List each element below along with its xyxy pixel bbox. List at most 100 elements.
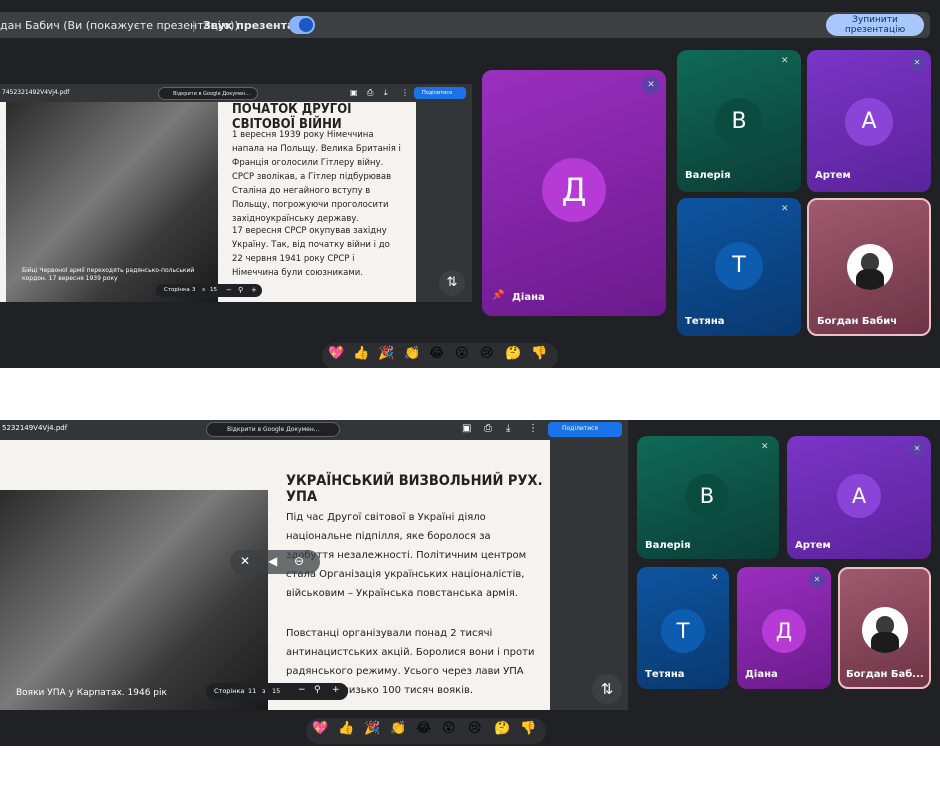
slide-caption: Бійці Червоної армії переходять радянськ… <box>22 267 195 282</box>
pdf-toolbar: 5232149V4Vj4.pdf Відкрити в Google Докум… <box>0 420 628 440</box>
reaction-laugh[interactable]: 😂 <box>416 721 431 736</box>
zoom-out-icon[interactable]: − <box>298 685 306 695</box>
stop-presentation-button[interactable]: Зупинити презентацію <box>826 14 924 36</box>
participant-tile-diana[interactable]: ✕ Д Діана <box>737 567 831 689</box>
print-icon[interactable]: ⎙ <box>367 88 373 98</box>
pdf-toolbar: 7452321492V4Vj4.pdf Відкрити в Google До… <box>0 84 472 102</box>
page-navigator: Сторінка 11 з 15 − ⚲ + <box>206 683 348 700</box>
divider: | <box>192 19 196 32</box>
participant-name: Артем <box>795 540 831 551</box>
slide-photo <box>0 490 268 710</box>
page-label: Сторінка <box>164 287 190 293</box>
more-options-icon[interactable]: ⋮ <box>401 88 409 97</box>
participant-tile-valeria[interactable]: ✕ В Валерія <box>637 436 779 559</box>
sound-toggle[interactable] <box>289 16 315 34</box>
zoom-icon[interactable]: ⚲ <box>238 286 243 294</box>
slide: Вояки УПА у Карпатах. 1946 рік УКРАЇНСЬК… <box>0 440 550 710</box>
avatar: Т <box>661 609 705 653</box>
rotate-icon[interactable]: ⇅ <box>439 270 465 296</box>
share-button[interactable]: Поділитися <box>548 422 622 437</box>
reaction-heart[interactable]: 💖 <box>328 346 344 361</box>
mic-off-icon: ✕ <box>761 442 769 452</box>
avatar: В <box>715 98 763 146</box>
participant-name: Тетяна <box>685 316 725 327</box>
participant-name: Валерія <box>685 170 731 181</box>
participant-tile-tetiana[interactable]: ✕ Т Тетяна <box>637 567 729 689</box>
reaction-clap[interactable]: 👏 <box>404 346 420 361</box>
avatar: Т <box>715 242 763 290</box>
download-icon[interactable]: ⤓ <box>384 88 388 98</box>
reaction-thumbs-up[interactable]: 👍 <box>338 721 354 736</box>
participant-tile-artem[interactable]: ✕ А Артем <box>787 436 931 559</box>
open-in-docs-label: Відкрити в Google Докумен... <box>227 426 320 433</box>
minus-circle-icon[interactable]: ⊖ <box>294 554 304 568</box>
reaction-clap[interactable]: 👏 <box>390 721 406 736</box>
participant-tile-artem[interactable]: ✕ А Артем <box>807 50 931 192</box>
mic-off-icon: ✕ <box>781 56 789 66</box>
participant-tile-bohdan[interactable]: Богдан Бабич <box>807 198 931 336</box>
participant-name: Богдан Бабич <box>817 316 898 327</box>
reaction-sad[interactable]: 😢 <box>468 721 482 736</box>
page-current[interactable]: 11 <box>248 687 256 695</box>
reaction-party[interactable]: 🎉 <box>364 721 380 736</box>
pin-icon[interactable]: 📌 <box>492 290 504 301</box>
print-icon[interactable]: ⎙ <box>484 423 492 434</box>
reactions-bar: 💖 👍 🎉 👏 😂 😮 😢 🤔 👎 <box>306 718 546 744</box>
speaker-icon[interactable]: ◀ <box>268 554 277 568</box>
zoom-in-icon[interactable]: + <box>332 685 340 695</box>
participant-tile-diana[interactable]: ✕ Д 📌 Діана <box>482 70 666 316</box>
reaction-surprised[interactable]: 😮 <box>455 346 469 361</box>
participant-tile-bohdan[interactable]: Богдан Баб... <box>838 567 931 689</box>
share-label: Поділитися <box>562 425 599 432</box>
avatar: Д <box>762 609 806 653</box>
open-in-google-docs-button[interactable]: Відкрити в Google Докумен... <box>206 422 340 437</box>
zoom-icon[interactable]: ⚲ <box>314 685 321 695</box>
participant-name: Валерія <box>645 540 691 551</box>
rotate-icon[interactable]: ⇅ <box>592 674 622 704</box>
comment-icon[interactable]: ▣ <box>350 88 358 97</box>
floating-controls: ✕ ◀ ⊖ <box>230 550 320 574</box>
reaction-thumbs-down[interactable]: 👎 <box>531 346 547 361</box>
speaker-icon <box>299 18 313 32</box>
reaction-surprised[interactable]: 😮 <box>442 721 456 736</box>
share-label: Поділитися <box>422 90 453 96</box>
reaction-thumbs-down[interactable]: 👎 <box>520 721 536 736</box>
page-current[interactable]: 3 <box>192 287 196 293</box>
zoom-out-icon[interactable]: − <box>226 286 232 294</box>
reaction-party[interactable]: 🎉 <box>378 346 394 361</box>
participant-tile-tetiana[interactable]: ✕ Т Тетяна <box>677 198 801 336</box>
mic-off-icon: ✕ <box>642 76 660 94</box>
reaction-thinking[interactable]: 🤔 <box>494 721 510 736</box>
mic-off-icon: ✕ <box>781 204 789 214</box>
participant-name: Тетяна <box>645 669 685 680</box>
participant-name: Артем <box>815 170 851 181</box>
share-button[interactable]: Поділитися <box>414 87 466 99</box>
avatar: А <box>837 474 881 518</box>
participant-tile-valeria[interactable]: ✕ В Валерія <box>677 50 801 192</box>
avatar: В <box>685 474 729 518</box>
zoom-in-icon[interactable]: + <box>251 286 257 294</box>
participant-name: Діана <box>745 669 778 680</box>
reaction-thumbs-up[interactable]: 👍 <box>353 346 369 361</box>
page-total: 15 <box>272 687 281 695</box>
more-options-icon[interactable]: ⋮ <box>528 423 538 434</box>
reaction-laugh[interactable]: 😂 <box>429 346 444 361</box>
slide-paragraph-2: 17 вересня СРСР окупував західну Україну… <box>232 226 390 278</box>
reaction-heart[interactable]: 💖 <box>312 721 328 736</box>
meet-screen-top: дан Бабич (Ви (покажуєте презентацію)) |… <box>0 0 940 368</box>
page-separator: з <box>202 287 205 293</box>
comment-icon[interactable]: ▣ <box>462 423 471 434</box>
open-in-google-docs-button[interactable]: Відкрити в Google Докумен... <box>158 87 258 100</box>
participant-name: Діана <box>512 292 545 303</box>
slide-paragraph-1: 1 вересня 1939 року Німеччина напала на … <box>232 130 401 224</box>
mic-off-icon: ✕ <box>909 55 925 71</box>
avatar-photo <box>862 607 908 653</box>
pdf-filename: 7452321492V4Vj4.pdf <box>2 89 70 96</box>
download-icon[interactable]: ⤓ <box>506 423 510 434</box>
avatar: Д <box>542 158 606 222</box>
page-navigator: Сторінка 3 з 15 − ⚲ + <box>156 284 262 297</box>
reaction-sad[interactable]: 😢 <box>480 346 494 361</box>
reaction-thinking[interactable]: 🤔 <box>505 346 521 361</box>
avatar-photo <box>847 244 893 290</box>
mic-off-icon[interactable]: ✕ <box>240 554 250 568</box>
